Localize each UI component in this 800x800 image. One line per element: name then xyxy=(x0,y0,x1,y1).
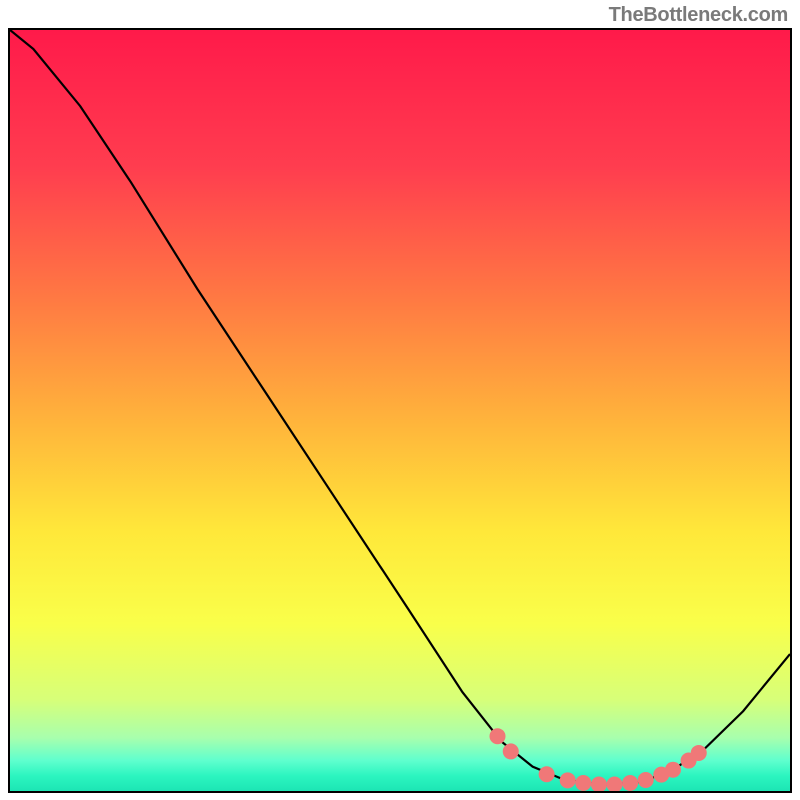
data-marker xyxy=(622,775,638,791)
data-marker xyxy=(575,775,591,791)
data-marker xyxy=(503,743,519,759)
data-marker xyxy=(591,777,607,791)
plot-area xyxy=(8,28,792,793)
watermark-text: TheBottleneck.com xyxy=(609,4,788,27)
data-marker xyxy=(665,762,681,778)
chart-curve xyxy=(10,30,790,791)
data-marker xyxy=(539,766,555,782)
data-marker xyxy=(607,777,623,791)
data-marker xyxy=(691,745,707,761)
data-marker xyxy=(560,772,576,788)
data-marker xyxy=(638,772,654,788)
data-marker xyxy=(490,728,506,744)
